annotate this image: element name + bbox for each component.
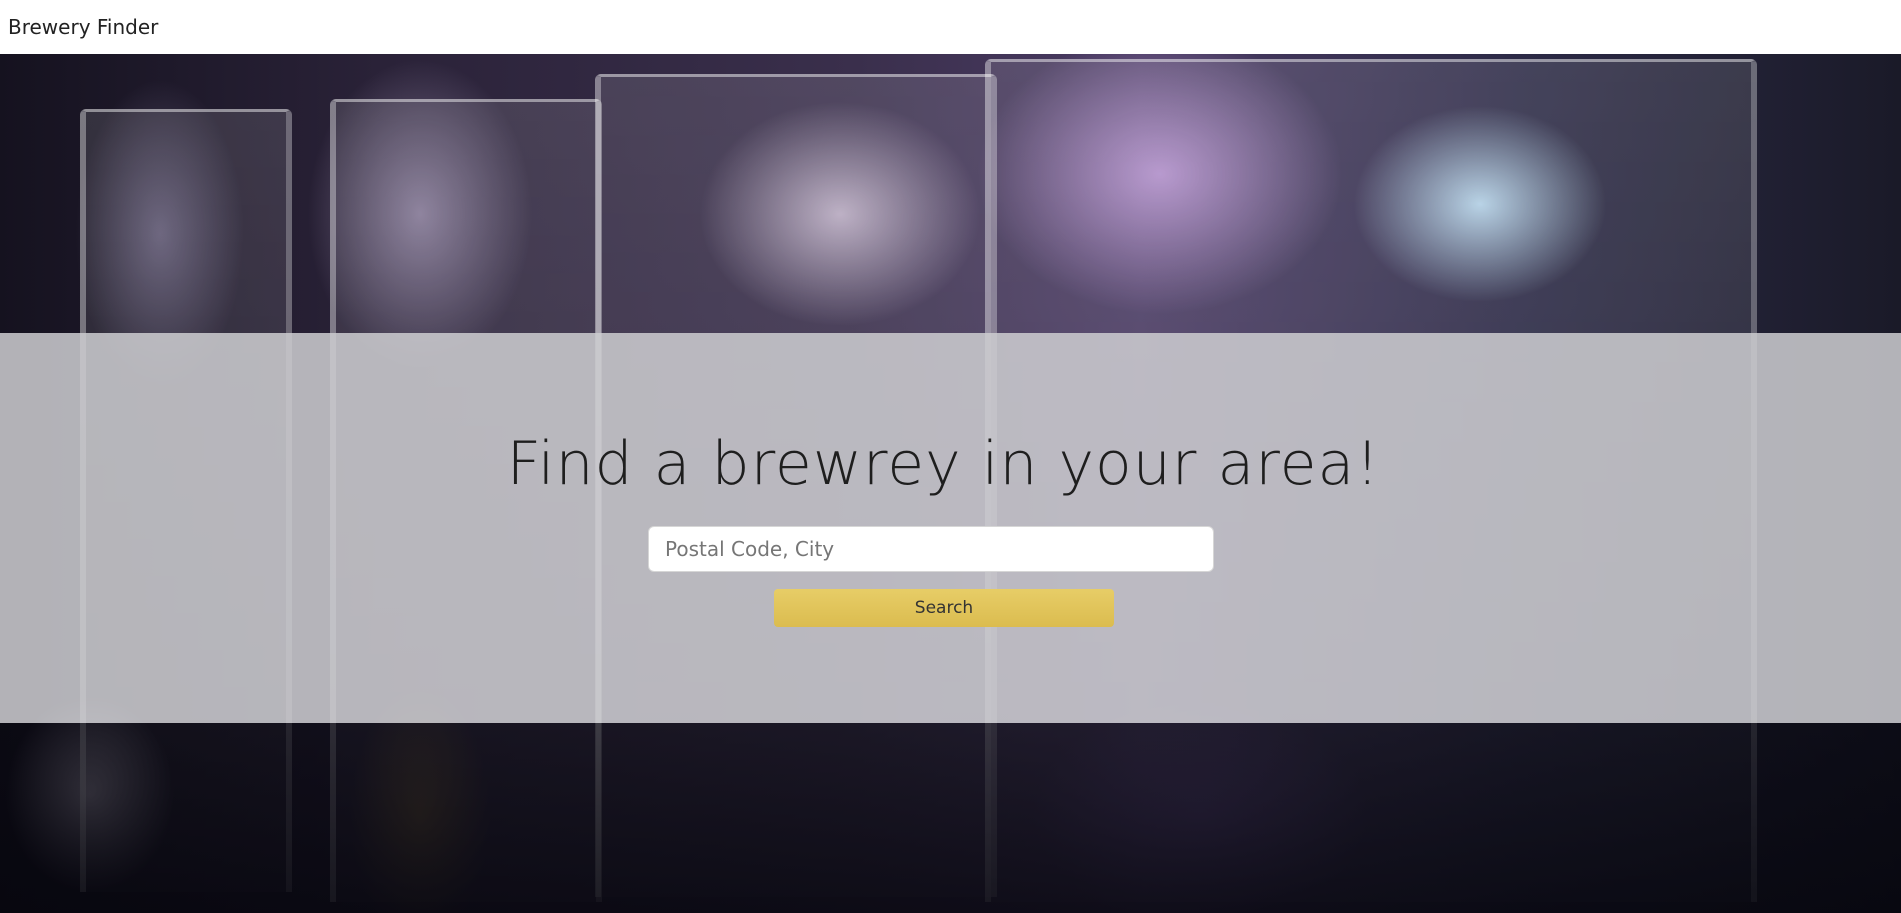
hero-headline: Find a brewrey in your area! xyxy=(506,429,1381,499)
hero-dark-band xyxy=(0,723,1901,913)
search-button[interactable]: Search xyxy=(774,589,1114,627)
location-search-input[interactable] xyxy=(648,526,1214,572)
top-navbar: Brewery Finder xyxy=(0,0,1901,54)
brand-logo-text[interactable]: Brewery Finder xyxy=(8,15,158,39)
